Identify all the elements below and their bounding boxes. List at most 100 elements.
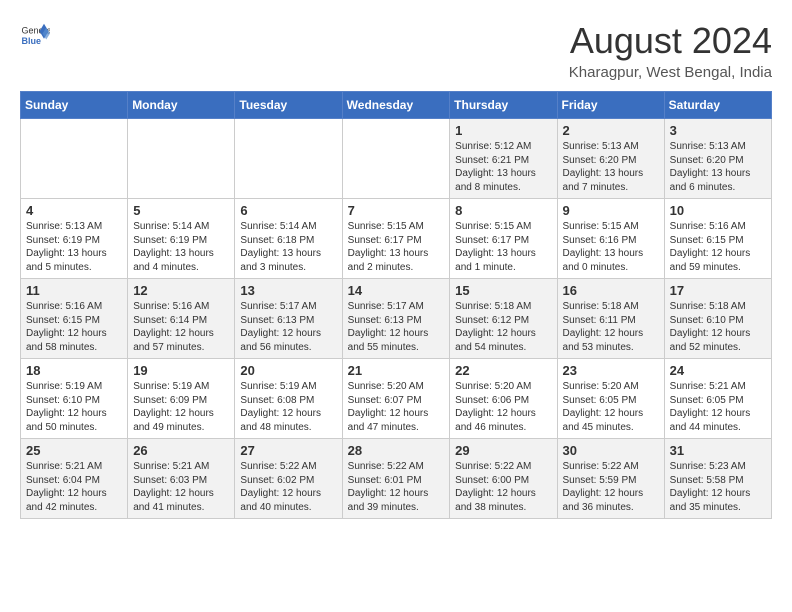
table-row: 3 Sunrise: 5:13 AM Sunset: 6:20 PM Daylig… bbox=[664, 119, 771, 199]
day-info: Sunrise: 5:22 AM Sunset: 6:00 PM Dayligh… bbox=[455, 460, 551, 514]
table-row: 8Sunrise: 5:15 AM Sunset: 6:17 PM Daylig… bbox=[450, 199, 557, 279]
table-row: 10 Sunrise: 5:16 AM Sunset: 6:15 PM Dayli… bbox=[664, 199, 771, 279]
col-tuesday: Tuesday bbox=[235, 92, 342, 119]
day-info: Sunrise: 5:20 AM Sunset: 6:05 PM Dayligh… bbox=[563, 380, 659, 434]
svg-text:Blue: Blue bbox=[22, 36, 42, 46]
col-sunday: Sunday bbox=[21, 92, 128, 119]
calendar-header-row: Sunday Monday Tuesday Wednesday Thursday… bbox=[21, 92, 772, 119]
table-row: 12 Sunrise: 5:16 AM Sunset: 6:14 PM Dayli… bbox=[128, 279, 235, 359]
day-number: 24 bbox=[670, 363, 766, 378]
table-row: 18Sunrise: 5:19 AM Sunset: 6:10 PM Dayli… bbox=[21, 359, 128, 439]
day-number: 13 bbox=[240, 283, 336, 298]
table-row: 13Sunrise: 5:17 AM Sunset: 6:13 PM Dayli… bbox=[235, 279, 342, 359]
day-number: 5 bbox=[133, 203, 229, 218]
month-year: August 2024 bbox=[569, 20, 772, 62]
day-number: 11 bbox=[26, 283, 122, 298]
table-row: 31 Sunrise: 5:23 AM Sunset: 5:58 PM Dayli… bbox=[664, 439, 771, 519]
table-row: 11 Sunrise: 5:16 AM Sunset: 6:15 PM Dayli… bbox=[21, 279, 128, 359]
day-number: 1 bbox=[455, 123, 551, 138]
day-info: Sunrise: 5:18 AM Sunset: 6:10 PM Dayligh… bbox=[670, 300, 766, 354]
day-number: 30 bbox=[563, 443, 659, 458]
day-info: Sunrise: 5:16 AM Sunset: 6:15 PM Dayligh… bbox=[26, 300, 122, 354]
location: Kharagpur, West Bengal, India bbox=[569, 64, 772, 81]
day-number: 12 bbox=[133, 283, 229, 298]
day-info: Sunrise: 5:16 AM Sunset: 6:15 PM Dayligh… bbox=[670, 220, 766, 274]
table-row: 26Sunrise: 5:21 AM Sunset: 6:03 PM Dayli… bbox=[128, 439, 235, 519]
day-number: 27 bbox=[240, 443, 336, 458]
table-row: 17 Sunrise: 5:18 AM Sunset: 6:10 PM Dayli… bbox=[664, 279, 771, 359]
day-number: 25 bbox=[26, 443, 122, 458]
table-row: 23Sunrise: 5:20 AM Sunset: 6:05 PM Dayli… bbox=[557, 359, 664, 439]
logo-icon: General Blue bbox=[20, 20, 50, 50]
day-number: 3 bbox=[670, 123, 766, 138]
day-info: Sunrise: 5:22 AM Sunset: 6:02 PM Dayligh… bbox=[240, 460, 336, 514]
day-info: Sunrise: 5:13 AM Sunset: 6:20 PM Dayligh… bbox=[670, 140, 766, 194]
col-wednesday: Wednesday bbox=[342, 92, 450, 119]
day-number: 6 bbox=[240, 203, 336, 218]
table-row: 5 Sunrise: 5:14 AM Sunset: 6:19 PM Daylig… bbox=[128, 199, 235, 279]
table-row: 20Sunrise: 5:19 AM Sunset: 6:08 PM Dayli… bbox=[235, 359, 342, 439]
day-info: Sunrise: 5:12 AM Sunset: 6:21 PM Dayligh… bbox=[455, 140, 551, 194]
day-number: 16 bbox=[563, 283, 659, 298]
day-info: Sunrise: 5:23 AM Sunset: 5:58 PM Dayligh… bbox=[670, 460, 766, 514]
calendar-week-3: 11 Sunrise: 5:16 AM Sunset: 6:15 PM Dayli… bbox=[21, 279, 772, 359]
calendar-table: Sunday Monday Tuesday Wednesday Thursday… bbox=[20, 91, 772, 519]
table-row: 9 Sunrise: 5:15 AM Sunset: 6:16 PM Daylig… bbox=[557, 199, 664, 279]
day-info: Sunrise: 5:19 AM Sunset: 6:10 PM Dayligh… bbox=[26, 380, 122, 434]
table-row: 4 Sunrise: 5:13 AM Sunset: 6:19 PM Daylig… bbox=[21, 199, 128, 279]
day-info: Sunrise: 5:15 AM Sunset: 6:16 PM Dayligh… bbox=[563, 220, 659, 274]
day-info: Sunrise: 5:21 AM Sunset: 6:03 PM Dayligh… bbox=[133, 460, 229, 514]
day-number: 15 bbox=[455, 283, 551, 298]
day-number: 31 bbox=[670, 443, 766, 458]
day-info: Sunrise: 5:18 AM Sunset: 6:11 PM Dayligh… bbox=[563, 300, 659, 354]
table-row: 21Sunrise: 5:20 AM Sunset: 6:07 PM Dayli… bbox=[342, 359, 450, 439]
table-row: 30 Sunrise: 5:22 AM Sunset: 5:59 PM Dayli… bbox=[557, 439, 664, 519]
day-info: Sunrise: 5:13 AM Sunset: 6:20 PM Dayligh… bbox=[563, 140, 659, 194]
table-row bbox=[128, 119, 235, 199]
day-number: 19 bbox=[133, 363, 229, 378]
day-number: 28 bbox=[348, 443, 445, 458]
table-row: 29 Sunrise: 5:22 AM Sunset: 6:00 PM Dayli… bbox=[450, 439, 557, 519]
table-row: 6Sunrise: 5:14 AM Sunset: 6:18 PM Daylig… bbox=[235, 199, 342, 279]
table-row: 27 Sunrise: 5:22 AM Sunset: 6:02 PM Dayli… bbox=[235, 439, 342, 519]
table-row: 28 Sunrise: 5:22 AM Sunset: 6:01 PM Dayli… bbox=[342, 439, 450, 519]
title-section: August 2024 Kharagpur, West Bengal, Indi… bbox=[569, 20, 772, 81]
day-info: Sunrise: 5:20 AM Sunset: 6:06 PM Dayligh… bbox=[455, 380, 551, 434]
table-row: 15 Sunrise: 5:18 AM Sunset: 6:12 PM Dayli… bbox=[450, 279, 557, 359]
day-info: Sunrise: 5:14 AM Sunset: 6:19 PM Dayligh… bbox=[133, 220, 229, 274]
col-thursday: Thursday bbox=[450, 92, 557, 119]
table-row: 25 Sunrise: 5:21 AM Sunset: 6:04 PM Dayli… bbox=[21, 439, 128, 519]
day-number: 29 bbox=[455, 443, 551, 458]
table-row: 2 Sunrise: 5:13 AM Sunset: 6:20 PM Daylig… bbox=[557, 119, 664, 199]
day-number: 10 bbox=[670, 203, 766, 218]
day-info: Sunrise: 5:16 AM Sunset: 6:14 PM Dayligh… bbox=[133, 300, 229, 354]
day-info: Sunrise: 5:21 AM Sunset: 6:04 PM Dayligh… bbox=[26, 460, 122, 514]
day-number: 9 bbox=[563, 203, 659, 218]
day-info: Sunrise: 5:22 AM Sunset: 6:01 PM Dayligh… bbox=[348, 460, 445, 514]
table-row: 7Sunrise: 5:15 AM Sunset: 6:17 PM Daylig… bbox=[342, 199, 450, 279]
col-monday: Monday bbox=[128, 92, 235, 119]
day-info: Sunrise: 5:17 AM Sunset: 6:13 PM Dayligh… bbox=[348, 300, 445, 354]
table-row: 14 Sunrise: 5:17 AM Sunset: 6:13 PM Dayli… bbox=[342, 279, 450, 359]
day-number: 8 bbox=[455, 203, 551, 218]
day-info: Sunrise: 5:22 AM Sunset: 5:59 PM Dayligh… bbox=[563, 460, 659, 514]
day-number: 14 bbox=[348, 283, 445, 298]
day-info: Sunrise: 5:19 AM Sunset: 6:09 PM Dayligh… bbox=[133, 380, 229, 434]
table-row: 22 Sunrise: 5:20 AM Sunset: 6:06 PM Dayli… bbox=[450, 359, 557, 439]
table-row: 24 Sunrise: 5:21 AM Sunset: 6:05 PM Dayli… bbox=[664, 359, 771, 439]
table-row: 16 Sunrise: 5:18 AM Sunset: 6:11 PM Dayli… bbox=[557, 279, 664, 359]
day-info: Sunrise: 5:18 AM Sunset: 6:12 PM Dayligh… bbox=[455, 300, 551, 354]
page-header: General Blue August 2024 Kharagpur, West… bbox=[20, 20, 772, 81]
table-row: 1 Sunrise: 5:12 AM Sunset: 6:21 PM Daylig… bbox=[450, 119, 557, 199]
day-number: 22 bbox=[455, 363, 551, 378]
day-number: 4 bbox=[26, 203, 122, 218]
day-info: Sunrise: 5:21 AM Sunset: 6:05 PM Dayligh… bbox=[670, 380, 766, 434]
day-number: 2 bbox=[563, 123, 659, 138]
calendar-week-2: 4 Sunrise: 5:13 AM Sunset: 6:19 PM Daylig… bbox=[21, 199, 772, 279]
day-number: 21 bbox=[348, 363, 445, 378]
day-number: 17 bbox=[670, 283, 766, 298]
logo: General Blue bbox=[20, 20, 50, 50]
calendar-week-4: 18Sunrise: 5:19 AM Sunset: 6:10 PM Dayli… bbox=[21, 359, 772, 439]
day-info: Sunrise: 5:19 AM Sunset: 6:08 PM Dayligh… bbox=[240, 380, 336, 434]
day-info: Sunrise: 5:13 AM Sunset: 6:19 PM Dayligh… bbox=[26, 220, 122, 274]
